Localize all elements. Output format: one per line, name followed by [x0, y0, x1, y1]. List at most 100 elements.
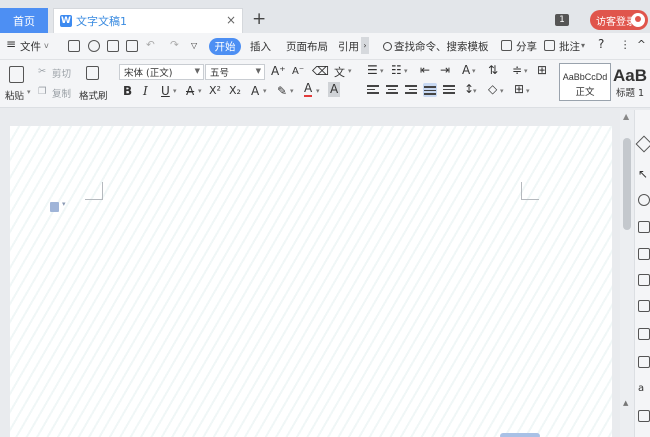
vertical-scrollbar[interactable]: ▲ ▲ [620, 110, 634, 437]
subscript-button[interactable]: X₂ [229, 84, 241, 97]
paragraph-format-icon[interactable] [50, 202, 59, 212]
underline-button[interactable]: U [161, 84, 170, 98]
phonetic-guide-chevron-icon[interactable]: ▾ [348, 67, 352, 75]
settings-sliders-icon[interactable] [638, 300, 650, 312]
align-center-button[interactable] [386, 83, 400, 97]
tab-home-ribbon[interactable]: 开始 [209, 38, 241, 55]
justify-button[interactable] [423, 83, 437, 97]
file-menu[interactable]: 文件 [20, 39, 41, 54]
tab-home[interactable]: 首页 [0, 8, 48, 33]
more-options-icon[interactable]: ⋮ [620, 39, 631, 51]
select-pointer-icon[interactable]: ↖ [638, 168, 650, 180]
comment-icon[interactable] [544, 40, 555, 51]
numbered-list-icon[interactable]: ☷ [391, 63, 402, 77]
shapes-icon[interactable] [638, 194, 650, 206]
shrink-font-button[interactable]: A⁻ [292, 66, 304, 77]
style-heading-1[interactable]: AaB 标题 1 [612, 63, 650, 101]
paste-chevron-icon[interactable]: ▾ [27, 88, 31, 96]
previous-page-icon[interactable]: ▲ [623, 399, 628, 407]
font-name-select[interactable]: 宋体 (正文) ▼ [119, 64, 204, 80]
decrease-indent-icon[interactable]: ⇤ [420, 63, 430, 77]
borders-chevron-icon[interactable]: ▾ [526, 87, 530, 95]
highlight-icon[interactable]: ✎ [277, 84, 287, 98]
save-icon[interactable] [68, 40, 80, 52]
translate-icon[interactable]: a [638, 383, 650, 395]
scrollbar-thumb[interactable] [623, 138, 631, 230]
superscript-button[interactable]: X² [209, 84, 221, 97]
guest-login-button[interactable]: 访客登录 [590, 10, 648, 30]
undo-icon[interactable]: ↶ [146, 39, 155, 51]
copy-icon[interactable]: ❐ [38, 86, 47, 97]
text-effect-button[interactable]: A [251, 84, 259, 98]
char-shading-button[interactable]: A [328, 82, 341, 97]
image-icon[interactable] [638, 221, 650, 233]
document-page[interactable]: ▾ [10, 126, 612, 437]
cut-button[interactable]: 剪切 [52, 66, 71, 80]
strikethrough-chevron-icon[interactable]: ▾ [198, 87, 202, 95]
paste-icon[interactable] [9, 66, 24, 83]
print-icon[interactable] [107, 40, 119, 52]
apps-grid-icon[interactable] [638, 274, 650, 286]
horizontal-scroll-thumb[interactable] [500, 433, 540, 437]
help-icon[interactable]: ? [598, 37, 604, 51]
table-icon[interactable] [638, 248, 650, 260]
bullet-list-chevron-icon[interactable]: ▾ [380, 67, 384, 75]
bold-button[interactable]: B [123, 84, 132, 98]
share-button[interactable]: 分享 [516, 39, 537, 54]
share-icon[interactable] [501, 40, 512, 51]
underline-chevron-icon[interactable]: ▾ [173, 87, 177, 95]
distributed-align-button[interactable] [443, 83, 457, 97]
edit-tool-icon[interactable] [635, 135, 650, 153]
redo-icon[interactable]: ↷ [170, 39, 179, 51]
style-normal[interactable]: AaBbCcDd 正文 [559, 63, 611, 101]
collapse-ribbon-icon[interactable]: ^ [637, 39, 646, 51]
clear-format-icon[interactable]: ⌫ [312, 64, 329, 78]
font-color-chevron-icon[interactable]: ▾ [316, 87, 320, 95]
cut-icon[interactable]: ✂ [38, 66, 46, 77]
tab-insert[interactable]: 插入 [250, 39, 271, 54]
hamburger-icon[interactable]: ≡ [6, 37, 16, 51]
close-tab-icon[interactable]: × [226, 13, 236, 27]
align-left-button[interactable] [367, 83, 381, 97]
customize-toolbar-icon[interactable]: ▽ [191, 41, 197, 50]
text-effect-chevron-icon[interactable]: ▾ [263, 87, 267, 95]
highlight-chevron-icon[interactable]: ▾ [290, 87, 294, 95]
numbered-list-chevron-icon[interactable]: ▾ [404, 67, 408, 75]
comment-chevron-icon[interactable]: ▾ [581, 41, 585, 50]
shading-chevron-icon[interactable]: ▾ [500, 87, 504, 95]
command-search[interactable]: 查找命令、搜索模板 [383, 39, 489, 54]
comment-button[interactable]: 批注 [559, 39, 580, 54]
increase-indent-icon[interactable]: ⇥ [440, 63, 450, 77]
paragraph-format-chevron-icon[interactable]: ▾ [62, 200, 66, 208]
file-menu-chevron-icon[interactable]: v [44, 41, 49, 50]
export-icon[interactable] [88, 40, 100, 52]
archive-icon[interactable] [638, 410, 650, 422]
chinese-layout-chevron-icon[interactable]: ▾ [472, 67, 476, 75]
line-spacing-icon[interactable]: ≑ [512, 63, 522, 77]
italic-button[interactable]: I [143, 84, 148, 98]
format-painter-icon[interactable] [86, 66, 99, 80]
borders-icon[interactable]: ⊞ [514, 82, 524, 96]
tab-document[interactable]: W 文字文稿1 × [53, 8, 243, 33]
ribbon-more-icon[interactable]: › [361, 37, 369, 54]
tab-references[interactable]: 引用 [338, 39, 359, 54]
font-color-button[interactable]: A [304, 82, 313, 97]
strikethrough-button[interactable]: A [186, 84, 194, 98]
format-painter-button[interactable]: 格式刷 [79, 88, 108, 102]
align-right-button[interactable] [405, 83, 419, 97]
scroll-up-icon[interactable]: ▲ [623, 112, 629, 121]
shading-icon[interactable]: ◇ [488, 82, 497, 96]
tab-page-layout[interactable]: 页面布局 [286, 39, 328, 54]
copy-button[interactable]: 复制 [52, 86, 71, 100]
document-tools-icon[interactable] [638, 328, 650, 340]
chinese-layout-icon[interactable]: A͏ [462, 63, 470, 77]
line-spacing-chevron-icon[interactable]: ▾ [524, 67, 528, 75]
show-marks-icon[interactable]: ⊞ [537, 63, 547, 77]
new-tab-icon[interactable]: + [252, 9, 266, 29]
bullet-list-icon[interactable]: ☰ [367, 63, 378, 77]
sort-icon[interactable]: ⇅ [488, 63, 498, 77]
window-count-badge[interactable]: 1 [555, 14, 569, 26]
grow-font-button[interactable]: A⁺ [271, 64, 286, 78]
phonetic-guide-icon[interactable]: 文 [334, 64, 345, 80]
font-size-select[interactable]: 五号 ▼ [205, 64, 265, 80]
